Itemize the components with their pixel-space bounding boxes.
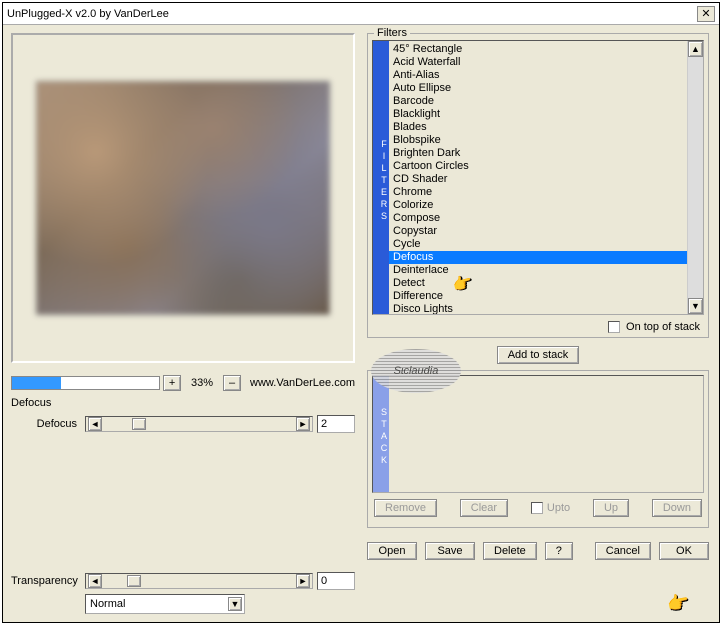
preview-image <box>36 81 330 315</box>
filter-item[interactable]: Disco Lights <box>389 303 687 314</box>
filter-item[interactable]: Barcode <box>389 95 687 108</box>
ontop-row: On top of stack <box>372 315 704 333</box>
down-button[interactable]: Down <box>652 499 702 517</box>
blend-mode-value: Normal <box>90 598 125 610</box>
scroll-up-icon[interactable]: ▲ <box>688 41 703 57</box>
up-button[interactable]: Up <box>593 499 629 517</box>
filter-item[interactable]: Acid Waterfall <box>389 56 687 69</box>
defocus-slider-row: Defocus ◄ ► <box>11 415 355 433</box>
filter-item[interactable]: Compose <box>389 212 687 225</box>
right-panel: Filters FILTERS 45° RectangleAcid Waterf… <box>363 25 719 622</box>
filter-item[interactable]: Auto Ellipse <box>389 82 687 95</box>
transparency-block: Transparency ◄ ► Normal ▼ <box>11 572 355 614</box>
upto-checkbox[interactable] <box>531 502 543 514</box>
website-link[interactable]: www.VanDerLee.com <box>250 377 355 389</box>
add-to-stack-button[interactable]: Add to stack <box>497 346 580 364</box>
content: + 33% – www.VanDerLee.com Defocus Defocu… <box>3 25 719 622</box>
zoom-row: + 33% – www.VanDerLee.com <box>11 375 355 391</box>
delete-button[interactable]: Delete <box>483 542 537 560</box>
transp-left-arrow-icon[interactable]: ◄ <box>88 574 102 588</box>
ontop-checkbox[interactable] <box>608 321 620 333</box>
titlebar: UnPlugged-X v2.0 by VanDerLee ✕ <box>3 3 719 25</box>
left-panel: + 33% – www.VanDerLee.com Defocus Defocu… <box>3 25 363 622</box>
stack-fieldset: STACK Remove Clear Upto Up Down <box>367 370 709 528</box>
slider-right-arrow-icon[interactable]: ► <box>296 417 310 431</box>
filter-item[interactable]: Brighten Dark <box>389 147 687 160</box>
filter-item[interactable]: Blades <box>389 121 687 134</box>
filter-item[interactable]: Cycle <box>389 238 687 251</box>
cancel-button[interactable]: Cancel <box>595 542 651 560</box>
filter-item[interactable]: Detect <box>389 277 687 290</box>
close-icon: ✕ <box>701 7 710 20</box>
filter-item[interactable]: Difference <box>389 290 687 303</box>
defocus-value-input[interactable] <box>317 415 355 433</box>
window-title: UnPlugged-X v2.0 by VanDerLee <box>7 8 169 20</box>
slider-left-arrow-icon[interactable]: ◄ <box>88 417 102 431</box>
transparency-value-input[interactable] <box>317 572 355 590</box>
filter-listbox: FILTERS 45° RectangleAcid WaterfallAnti-… <box>372 40 704 315</box>
blend-mode-select[interactable]: Normal ▼ <box>85 594 245 614</box>
filter-item[interactable]: Anti-Alias <box>389 69 687 82</box>
preview-box <box>11 33 355 363</box>
filters-sidebar-label: FILTERS <box>373 41 389 314</box>
filter-item[interactable]: Copystar <box>389 225 687 238</box>
upto-label: Upto <box>547 502 570 514</box>
slider-thumb[interactable] <box>132 418 146 430</box>
dropdown-arrow-icon: ▼ <box>228 597 242 611</box>
zoom-in-button[interactable]: + <box>163 375 181 391</box>
scroll-down-icon[interactable]: ▼ <box>688 298 703 314</box>
transparency-label: Transparency <box>11 575 81 587</box>
stack-list[interactable] <box>389 376 703 492</box>
stack-listbox: STACK <box>372 375 704 493</box>
close-button[interactable]: ✕ <box>697 6 715 22</box>
stack-buttons: Remove Clear Upto Up Down <box>372 493 704 523</box>
save-button[interactable]: Save <box>425 542 475 560</box>
filters-legend: Filters <box>374 27 410 39</box>
filter-item[interactable]: Chrome <box>389 186 687 199</box>
filter-item[interactable]: CD Shader <box>389 173 687 186</box>
filter-item[interactable]: Cartoon Circles <box>389 160 687 173</box>
filter-item[interactable]: 45° Rectangle <box>389 43 687 56</box>
transp-thumb[interactable] <box>127 575 141 587</box>
filters-scrollbar[interactable]: ▲ ▼ <box>687 41 703 314</box>
scroll-track[interactable] <box>688 57 703 298</box>
addstack-row: Add to stack <box>367 346 709 364</box>
filter-item[interactable]: Blacklight <box>389 108 687 121</box>
bottom-buttons: Open Save Delete ? Cancel OK <box>367 536 709 560</box>
ontop-label: On top of stack <box>626 321 700 333</box>
zoom-fill <box>12 377 61 389</box>
filter-item[interactable]: Deinterlace <box>389 264 687 277</box>
open-button[interactable]: Open <box>367 542 417 560</box>
filter-item[interactable]: Blobspike <box>389 134 687 147</box>
transp-right-arrow-icon[interactable]: ► <box>296 574 310 588</box>
zoom-slider[interactable] <box>11 376 160 390</box>
ok-button[interactable]: OK <box>659 542 709 560</box>
defocus-label: Defocus <box>11 418 81 430</box>
app-window: UnPlugged-X v2.0 by VanDerLee ✕ + 33% – … <box>2 2 720 623</box>
stack-sidebar-label: STACK <box>373 376 389 492</box>
clear-button[interactable]: Clear <box>460 499 508 517</box>
zoom-out-button[interactable]: – <box>223 375 241 391</box>
transparency-slider[interactable]: ◄ ► <box>85 573 313 589</box>
filter-item[interactable]: Colorize <box>389 199 687 212</box>
remove-button[interactable]: Remove <box>374 499 437 517</box>
filters-fieldset: Filters FILTERS 45° RectangleAcid Waterf… <box>367 33 709 338</box>
zoom-percent: 33% <box>184 377 220 389</box>
filter-list[interactable]: 45° RectangleAcid WaterfallAnti-AliasAut… <box>389 41 687 314</box>
defocus-slider[interactable]: ◄ ► <box>85 416 313 432</box>
filter-item[interactable]: Defocus👉 <box>389 251 687 264</box>
filter-heading: Defocus <box>11 397 355 409</box>
help-button[interactable]: ? <box>545 542 573 560</box>
